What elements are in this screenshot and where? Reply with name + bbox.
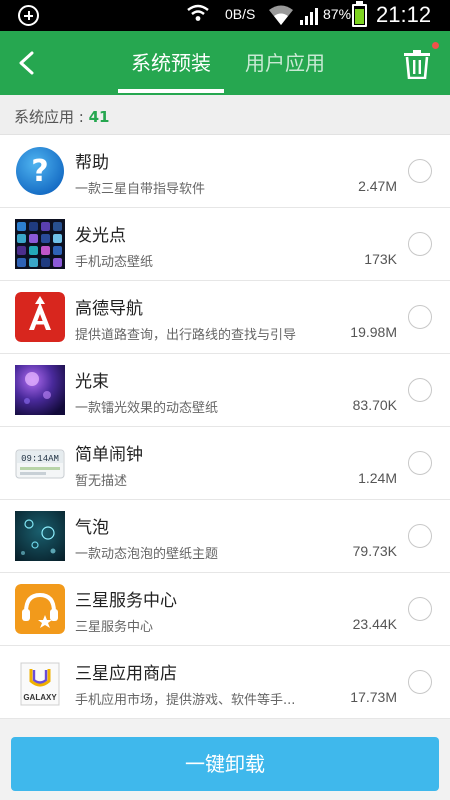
select-radio[interactable]	[408, 305, 432, 329]
app-description: 手机动态壁纸	[75, 255, 154, 270]
select-radio[interactable]	[408, 524, 432, 548]
header: 系统预装 用户应用	[0, 31, 450, 95]
app-name: 三星服务中心	[75, 591, 177, 611]
select-radio[interactable]	[408, 670, 432, 694]
app-name: 帮助	[75, 153, 109, 173]
alarm-icon-time: 09:14AM	[21, 454, 59, 464]
app-size: 19.98M	[350, 324, 397, 340]
app-size: 173K	[364, 251, 397, 267]
tab-user-apps[interactable]: 用户应用	[237, 31, 333, 95]
list-item[interactable]: ? 帮助 一款三星自带指导软件 2.47M	[0, 135, 450, 208]
app-description: 手机应用市场，提供游戏、软件等手...	[75, 693, 296, 708]
tab-system-preinstalled[interactable]: 系统预装	[118, 31, 224, 95]
app-size: 2.47M	[358, 178, 397, 194]
count-value: 41	[88, 108, 110, 126]
list-item[interactable]: 气泡 一款动态泡泡的壁纸主题 79.73K	[0, 500, 450, 573]
active-tab-indicator	[118, 89, 224, 93]
trash-icon[interactable]	[402, 49, 432, 79]
app-description: 一款动态泡泡的壁纸主题	[75, 547, 219, 562]
app-description: 一款三星自带指导软件	[75, 182, 206, 197]
battery-icon	[352, 1, 367, 27]
notification-dot	[432, 42, 439, 49]
galaxy-store-icon: GALAXY	[15, 657, 65, 707]
select-radio[interactable]	[408, 159, 432, 183]
amap-navigation-icon	[15, 292, 65, 342]
clock: 21:12	[376, 2, 432, 27]
list-item[interactable]: 09:14AM 简单闹钟 暂无描述 1.24M	[0, 427, 450, 500]
app-description: 一款镭光效果的动态壁纸	[75, 401, 219, 416]
app-size: 23.44K	[352, 616, 397, 632]
one-click-uninstall-button[interactable]: 一键卸载	[11, 737, 439, 791]
list-item[interactable]: 发光点 手机动态壁纸 173K	[0, 208, 450, 281]
app-description: 三星服务中心	[75, 620, 154, 635]
app-name: 气泡	[75, 518, 109, 538]
app-size: 17.73M	[350, 689, 397, 705]
wifi-icon	[269, 5, 293, 25]
app-name: 简单闹钟	[75, 445, 143, 465]
app-size: 83.70K	[352, 397, 397, 413]
wifi-icon	[187, 4, 209, 21]
headset-service-icon	[15, 584, 65, 634]
list-item[interactable]: 高德导航 提供道路查询，出行路线的查找与引导 19.98M	[0, 281, 450, 354]
signal-icon	[300, 8, 318, 25]
app-size: 79.73K	[352, 543, 397, 559]
network-rate: 0B/S	[225, 6, 256, 22]
select-radio[interactable]	[408, 232, 432, 256]
app-name: 发光点	[75, 226, 126, 246]
app-name: 高德导航	[75, 299, 143, 319]
list-item[interactable]: GALAXY 三星应用商店 手机应用市场，提供游戏、软件等手... 17.73M	[0, 646, 450, 719]
status-bar: 0B/S 87% 21:12	[0, 0, 450, 31]
svg-text:?: ?	[31, 154, 48, 189]
app-size: 1.24M	[358, 470, 397, 486]
alarm-clock-icon: 09:14AM	[15, 438, 65, 488]
app-description: 提供道路查询，出行路线的查找与引导	[75, 328, 297, 343]
select-radio[interactable]	[408, 378, 432, 402]
list-item[interactable]: 光束 一款镭光效果的动态壁纸 83.70K	[0, 354, 450, 427]
select-radio[interactable]	[408, 597, 432, 621]
light-beam-icon	[15, 365, 65, 415]
select-radio[interactable]	[408, 451, 432, 475]
app-name: 光束	[75, 372, 109, 392]
glow-dots-icon	[15, 219, 65, 269]
app-list: ? 帮助 一款三星自带指导软件 2.47M 发光点 手机动态壁纸 173K 高德…	[0, 135, 450, 719]
galaxy-icon-text: GALAXY	[23, 693, 57, 702]
battery-percent: 87%	[323, 6, 352, 22]
count-label: 系统应用 :	[14, 108, 89, 126]
bubbles-icon	[15, 511, 65, 561]
add-icon	[18, 5, 39, 26]
footer: 一键卸载	[0, 728, 450, 800]
list-item[interactable]: 三星服务中心 三星服务中心 23.44K	[0, 573, 450, 646]
app-name: 三星应用商店	[75, 664, 177, 684]
battery-fill	[355, 9, 364, 24]
chevron-left-icon[interactable]	[16, 51, 38, 75]
system-app-count: 系统应用 : 41	[0, 95, 450, 135]
help-icon: ?	[15, 146, 65, 196]
app-description: 暂无描述	[75, 474, 128, 489]
